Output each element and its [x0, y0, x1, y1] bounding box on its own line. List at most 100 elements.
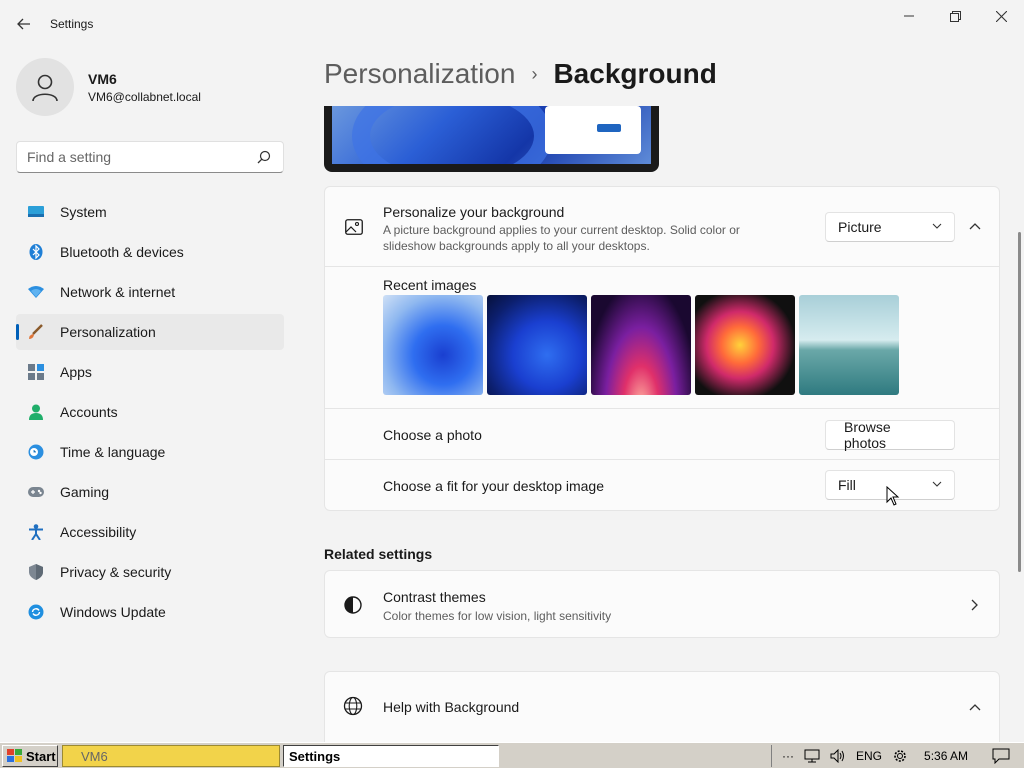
minimize-button[interactable]: [886, 0, 932, 32]
taskbar-item-label: Settings: [289, 748, 341, 764]
network-icon: [28, 284, 44, 300]
gear-icon[interactable]: [892, 748, 908, 764]
taskbar-item-vm6[interactable]: VM6: [62, 745, 280, 767]
page-title: Background: [553, 58, 717, 89]
system-tray: ··· ENG 5:36 AM: [771, 745, 1023, 767]
sidebar-item-time-language[interactable]: Time & language: [16, 434, 284, 470]
taskbar-item-settings[interactable]: Settings: [283, 745, 499, 767]
chevron-right-icon: [971, 599, 978, 611]
network-tray-icon[interactable]: [804, 749, 820, 763]
minimize-icon: [904, 15, 914, 17]
recent-image-1[interactable]: [383, 295, 483, 395]
sidebar-item-apps[interactable]: Apps: [16, 354, 284, 390]
background-type-dropdown[interactable]: Picture: [825, 212, 955, 242]
fit-label: Choose a fit for your desktop image: [383, 478, 605, 494]
sidebar-item-gaming[interactable]: Gaming: [16, 474, 284, 510]
back-button[interactable]: [12, 12, 36, 36]
sidebar-item-label: Bluetooth & devices: [60, 244, 184, 260]
sidebar-item-system[interactable]: System: [16, 194, 284, 230]
chevron-down-icon: [932, 223, 942, 229]
breadcrumb: Personalization › Background: [324, 58, 717, 90]
sidebar-item-label: Time & language: [60, 444, 166, 460]
recent-images-label: Recent images: [383, 277, 477, 293]
help-title: Help with Background: [383, 699, 520, 715]
overflow-icon[interactable]: ···: [782, 749, 794, 763]
sidebar-item-label: Accessibility: [60, 524, 137, 540]
recent-image-5[interactable]: [799, 295, 899, 395]
restore-button[interactable]: [932, 0, 978, 32]
contrast-icon: [344, 596, 362, 614]
content-area[interactable]: Personalize your background A picture ba…: [324, 106, 1000, 742]
sidebar-item-label: Privacy & security: [60, 564, 172, 580]
apps-icon: [28, 364, 44, 380]
sidebar-item-bluetooth[interactable]: Bluetooth & devices: [16, 234, 284, 270]
recent-image-2[interactable]: [487, 295, 587, 395]
fit-value: Fill: [838, 477, 856, 493]
app-title: Settings: [50, 17, 94, 31]
sidebar-item-accessibility[interactable]: Accessibility: [16, 514, 284, 550]
personalization-icon: [28, 324, 44, 340]
chevron-up-icon[interactable]: [969, 702, 981, 712]
background-type-row[interactable]: Personalize your background A picture ba…: [325, 187, 999, 267]
globe-icon: [343, 696, 363, 716]
search-input[interactable]: [17, 142, 237, 172]
user-profile[interactable]: VM6 VM6@collabnet.local: [16, 58, 201, 116]
sidebar-item-network[interactable]: Network & internet: [16, 274, 284, 310]
sidebar-item-privacy[interactable]: Privacy & security: [16, 554, 284, 590]
search-box[interactable]: [16, 141, 284, 173]
search-icon[interactable]: [257, 150, 271, 164]
background-title: Personalize your background: [383, 204, 565, 220]
language-indicator[interactable]: ENG: [856, 749, 882, 763]
avatar: [16, 58, 74, 116]
preview-window: [545, 106, 641, 154]
time-language-icon: [28, 444, 44, 460]
sidebar-nav: System Bluetooth & devices Network & int…: [16, 194, 284, 634]
desktop-preview: [324, 106, 659, 172]
close-icon: [995, 10, 1007, 22]
personalize-background-card: Personalize your background A picture ba…: [324, 186, 1000, 511]
title-bar: Settings: [0, 0, 1024, 48]
scrollbar[interactable]: [1018, 232, 1021, 572]
help-card[interactable]: Help with Background: [324, 671, 1000, 742]
desktop-preview-image: [332, 106, 651, 164]
browse-photos-button[interactable]: Browse photos: [825, 419, 955, 451]
notifications-icon[interactable]: [992, 748, 1010, 764]
choose-photo-label: Choose a photo: [383, 427, 482, 443]
back-arrow-icon: [17, 18, 30, 30]
sidebar-item-label: System: [60, 204, 107, 220]
clock[interactable]: 5:36 AM: [924, 749, 968, 763]
close-button[interactable]: [978, 0, 1024, 32]
bluetooth-icon: [28, 244, 44, 260]
system-icon: [28, 204, 44, 220]
sidebar-item-label: Accounts: [60, 404, 118, 420]
contrast-title: Contrast themes: [383, 589, 486, 605]
gaming-icon: [28, 484, 44, 500]
sidebar-item-windows-update[interactable]: Windows Update: [16, 594, 284, 630]
sidebar-item-accounts[interactable]: Accounts: [16, 394, 284, 430]
picture-icon: [345, 219, 363, 235]
chevron-up-icon[interactable]: [969, 221, 981, 231]
taskbar-item-label: VM6: [81, 748, 108, 764]
windows-update-icon: [28, 604, 44, 620]
sidebar-item-personalization[interactable]: Personalization: [16, 314, 284, 350]
sidebar-item-label: Network & internet: [60, 284, 176, 300]
profile-email: VM6@collabnet.local: [88, 89, 201, 104]
breadcrumb-parent[interactable]: Personalization: [324, 58, 515, 90]
contrast-themes-card[interactable]: Contrast themes Color themes for low vis…: [324, 570, 1000, 638]
related-settings-heading: Related settings: [324, 546, 433, 562]
choose-photo-row: Choose a photo Browse photos: [325, 409, 999, 460]
start-button[interactable]: Start: [2, 745, 58, 767]
background-type-value: Picture: [838, 219, 882, 235]
volume-icon[interactable]: [830, 749, 846, 763]
recent-image-3[interactable]: [591, 295, 691, 395]
contrast-subtitle: Color themes for low vision, light sensi…: [383, 609, 612, 623]
background-subtitle: A picture background applies to your cur…: [383, 223, 740, 253]
windows-logo-icon: [7, 749, 22, 762]
start-label: Start: [26, 748, 56, 764]
chevron-right-icon: ›: [531, 63, 538, 84]
mouse-cursor-icon: [886, 486, 900, 506]
taskbar: Start VM6 Settings ··· ENG 5:36 AM: [0, 742, 1024, 768]
accessibility-icon: [28, 524, 44, 540]
recent-image-4[interactable]: [695, 295, 795, 395]
privacy-icon: [28, 564, 44, 580]
